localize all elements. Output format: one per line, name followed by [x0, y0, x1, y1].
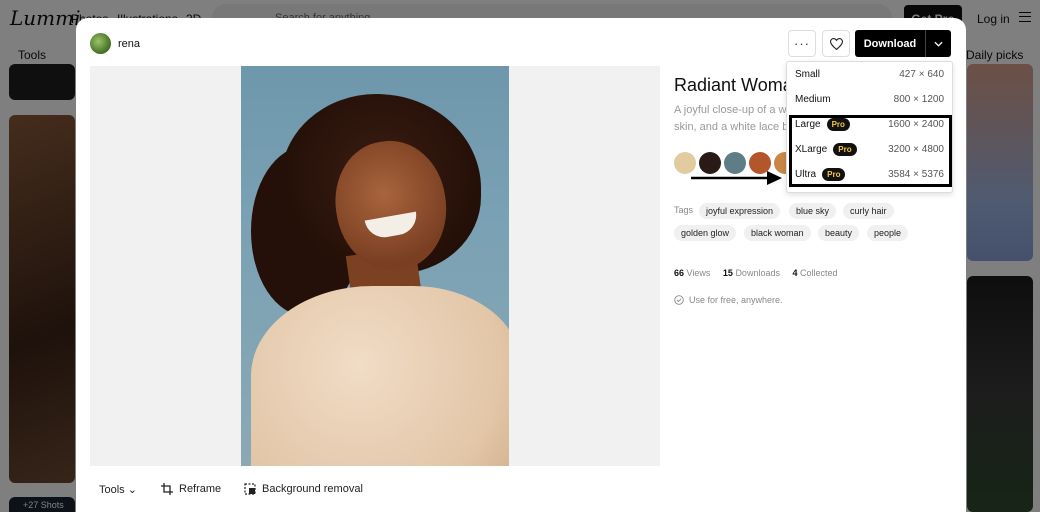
tools-label: Tools	[99, 484, 125, 496]
chevron-down-icon	[934, 41, 943, 47]
download-option-small[interactable]: Small 427 × 640	[795, 62, 944, 87]
image-title: Radiant Woman	[674, 75, 803, 95]
reframe-button[interactable]: Reframe	[161, 483, 221, 495]
views-count: 66	[674, 268, 685, 278]
option-size: 427 × 640	[899, 69, 944, 80]
crop-icon	[161, 483, 173, 495]
image-preview-area	[90, 66, 660, 466]
download-options-toggle[interactable]	[925, 30, 951, 57]
tools-menu[interactable]: Tools ⌄	[99, 483, 137, 496]
license-text: Use for free, anywhere.	[689, 295, 783, 305]
image-description: A joyful close-up of a w	[674, 104, 787, 116]
background-removal-label: Background removal	[262, 483, 363, 495]
author-name[interactable]: rena	[118, 38, 140, 50]
collected-count: 4	[792, 268, 798, 278]
tag-chip[interactable]: curly hair	[843, 203, 894, 219]
pro-options-highlight-box	[789, 115, 952, 187]
downloads-count: 15	[722, 268, 733, 278]
download-button[interactable]: Download	[855, 30, 925, 57]
more-options-button[interactable]: ···	[788, 30, 816, 57]
tag-chip[interactable]: joyful expression	[699, 203, 781, 219]
heart-icon	[829, 37, 843, 50]
chevron-down-icon: ⌄	[127, 484, 137, 496]
downloads-label: Downloads	[735, 268, 780, 278]
background-removal-icon	[244, 483, 256, 495]
annotation-arrow-icon	[691, 171, 782, 185]
download-option-medium[interactable]: Medium 800 × 1200	[795, 87, 944, 112]
like-button[interactable]	[822, 30, 850, 57]
license-note: Use for free, anywhere.	[674, 295, 783, 305]
image-description: skin, and a white lace bl	[674, 121, 791, 133]
views-label: Views	[686, 268, 711, 278]
image-stats: 66 Views 15 Downloads 4 Collected	[674, 268, 838, 278]
tags-label: Tags	[674, 205, 694, 215]
tag-chip[interactable]: blue sky	[789, 203, 837, 219]
tag-chip[interactable]: people	[867, 225, 909, 241]
option-size: 800 × 1200	[893, 94, 944, 105]
option-label: Small	[795, 69, 821, 80]
tag-chip[interactable]: beauty	[818, 225, 860, 241]
tag-chip[interactable]: golden glow	[674, 225, 737, 241]
collected-label: Collected	[800, 268, 838, 278]
main-photo[interactable]	[241, 66, 509, 466]
check-circle-icon	[674, 295, 684, 305]
option-label: Medium	[795, 94, 831, 105]
reframe-label: Reframe	[179, 483, 222, 495]
author-avatar[interactable]	[90, 33, 111, 54]
tag-chip[interactable]: black woman	[744, 225, 811, 241]
image-detail-modal: rena ··· Download Tools ⌄ Reframe Backgr…	[76, 18, 966, 512]
background-removal-button[interactable]: Background removal	[244, 483, 363, 495]
